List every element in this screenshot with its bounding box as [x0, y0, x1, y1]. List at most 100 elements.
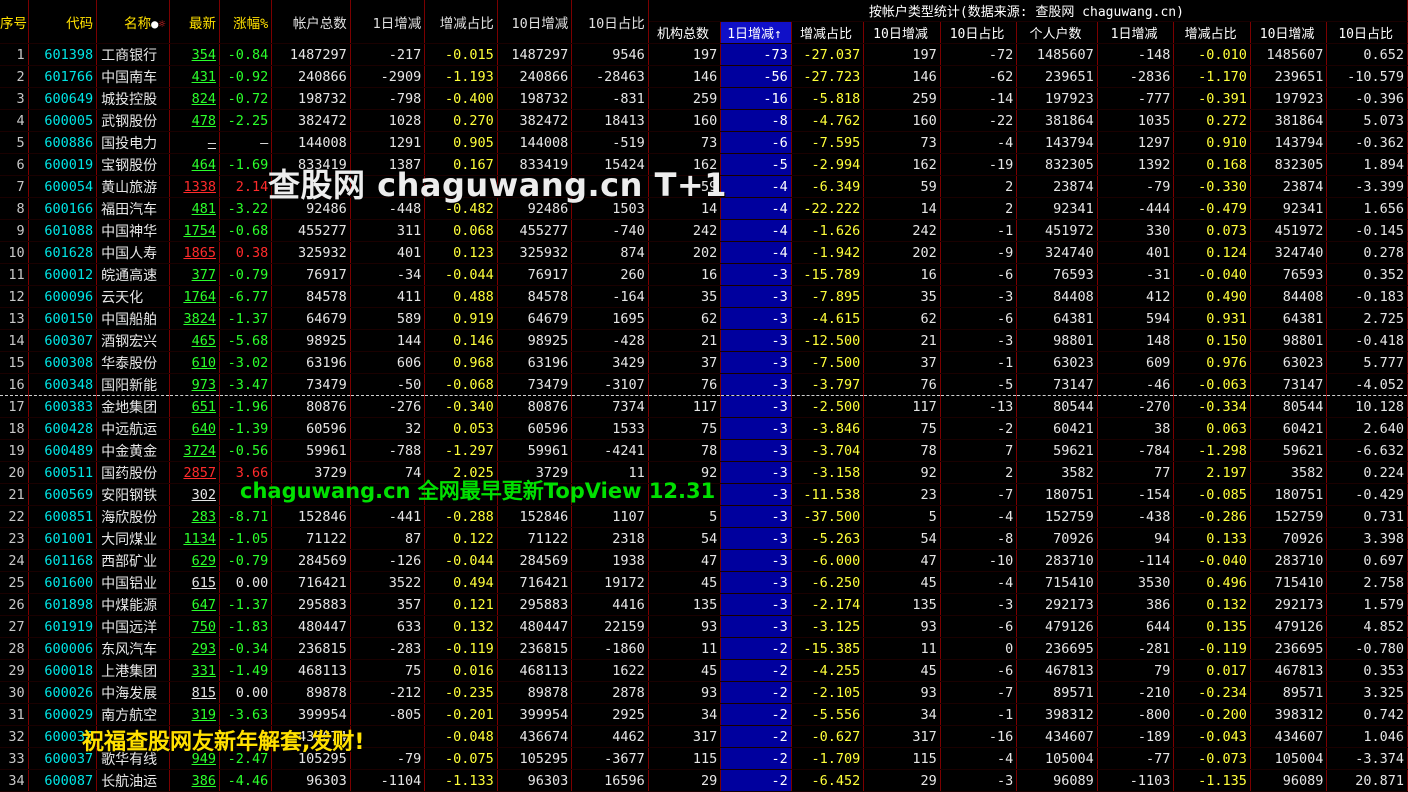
table-row[interactable]: 13 600150 中国船舶 3824 -1.37 64679 589 0.919 64679 1…	[0, 307, 1408, 330]
col-header-inst-total[interactable]: 机构总数	[648, 21, 722, 44]
cell-pt: 479126	[1016, 615, 1098, 638]
cell-it: 146	[648, 65, 722, 88]
table-row[interactable]: 5 600886 国投电力 — —144008 1291 0.905 144008 -519 73…	[0, 131, 1408, 154]
col-header-code[interactable]: 代码	[28, 0, 98, 44]
cell-it: 54	[648, 527, 722, 550]
cell-pd1: 94	[1097, 527, 1175, 550]
cell-code: 601898	[28, 593, 98, 616]
col-header-ind-d10r[interactable]: 10日占比	[1326, 21, 1408, 44]
table-row[interactable]: 25 601600 中国铝业 615 0.00 716421 3522 0.494 716421…	[0, 571, 1408, 594]
table-row[interactable]: 34 600087 长航油运 386 -4.46 96303 -1104 -1.133 9630…	[0, 769, 1408, 792]
col-header-d1[interactable]: 1日增减	[350, 0, 426, 44]
table-row[interactable]: 19 600489 中金黄金 3724 -0.56 59961 -788 -1.297 5996…	[0, 439, 1408, 462]
table-row[interactable]: 31 600029 南方航空 319 -3.63 399954 -805 -0.201 3999…	[0, 703, 1408, 726]
cell-pr: 0.910	[1173, 131, 1251, 154]
cell-pt: 180751	[1016, 483, 1098, 506]
cell-d10r: -1860	[571, 637, 649, 660]
table-row[interactable]: 14 600307 酒钢宏兴 465 -5.68 98925 144 0.146 98925 -4…	[0, 329, 1408, 352]
cell-id1: -2	[720, 725, 792, 748]
cell-ratio: 0.122	[424, 527, 498, 550]
cell-pd1: -444	[1097, 197, 1175, 220]
cell-pr: 0.272	[1173, 109, 1251, 132]
table-row[interactable]: 26 601898 中煤能源 647 -1.37 295883 357 0.121 295883…	[0, 593, 1408, 616]
cell-pct: -3.47	[219, 373, 273, 396]
cell-pt: 152759	[1016, 505, 1098, 528]
cell-pct: -1.37	[219, 593, 273, 616]
col-header-seq[interactable]: 序号	[0, 0, 29, 44]
table-row[interactable]: 16 600348 国阳新能 973 -3.47 73479 -50 -0.068 73479-…	[0, 373, 1408, 396]
table-row[interactable]: 10 601628 中国人寿 1865 0.38 325932 401 0.123 325932…	[0, 241, 1408, 264]
cell-total: 64679	[271, 307, 351, 330]
cell-it: 317	[648, 725, 722, 748]
cell-id10: 45	[863, 571, 941, 594]
cell-pt: 398312	[1016, 703, 1098, 726]
cell-id10: 160	[863, 109, 941, 132]
col-header-ratio[interactable]: 增减占比	[424, 0, 498, 44]
col-header-name[interactable]: 名称●☼	[96, 0, 170, 44]
cell-ir: -4.762	[791, 109, 865, 132]
table-row[interactable]: 18 600428 中远航运 640 -1.39 60596 32 0.053 60596 153…	[0, 417, 1408, 440]
col-header-ind-total[interactable]: 个人户数	[1016, 21, 1098, 44]
cell-pct: -1.05	[219, 527, 273, 550]
account-stats-table: 序号 代码 名称●☼ 最新 涨幅% 帐户总数 1日增减 增减占比 10日增减 1…	[0, 0, 1408, 792]
col-header-pct[interactable]: 涨幅%	[219, 0, 273, 44]
cell-price: 478	[169, 109, 220, 132]
table-row[interactable]: 30 600026 中海发展 815 0.00 89878 -212 -0.235 89878 2…	[0, 681, 1408, 704]
table-row[interactable]: 15 600308 华泰股份 610 -3.02 63196 606 0.968 63196 34…	[0, 351, 1408, 374]
cell-ratio: 0.016	[424, 659, 498, 682]
cell-ratio: 0.905	[424, 131, 498, 154]
table-row[interactable]: 28 600006 东风汽车 293 -0.34 236815 -283 -0.119 2368…	[0, 637, 1408, 660]
cell-ratio: 0.488	[424, 285, 498, 308]
cell-total: 240866	[271, 65, 351, 88]
cell-id1: -3	[720, 593, 792, 616]
cell-d1: -217	[350, 43, 426, 66]
col-header-inst-d1[interactable]: 1日增减↑	[720, 21, 792, 44]
col-header-d10r[interactable]: 10日占比	[571, 0, 649, 44]
table-row[interactable]: 1 601398 工商银行 354 -0.84 1487297 -217 -0.015 1487…	[0, 43, 1408, 66]
col-header-ind-d10[interactable]: 10日增减	[1250, 21, 1328, 44]
table-row[interactable]: 22 600851 海欣股份 283 -8.71 152846 -441 -0.288 1528…	[0, 505, 1408, 528]
cell-ir: -37.500	[791, 505, 865, 528]
table-row[interactable]: 17 600383 金地集团 651 -1.96 80876 -276 -0.340 80876…	[0, 395, 1408, 418]
col-header-inst-ratio[interactable]: 增减占比	[791, 21, 865, 44]
cell-d1: 144	[350, 329, 426, 352]
cell-id10r: -6	[940, 659, 1018, 682]
table-row[interactable]: 23 601001 大同煤业 1134 -1.05 71122 87 0.122 71122 23…	[0, 527, 1408, 550]
col-header-d10[interactable]: 10日增减	[497, 0, 573, 44]
cell-id1: -3	[720, 439, 792, 462]
cell-name: 福田汽车	[96, 197, 170, 220]
cell-ir: -6.349	[791, 175, 865, 198]
col-header-ind-ratio[interactable]: 增减占比	[1173, 21, 1251, 44]
cell-code: 601001	[28, 527, 98, 550]
table-row[interactable]: 27 601919 中国远洋 750 -1.83 480447 633 0.132 480447…	[0, 615, 1408, 638]
col-header-total[interactable]: 帐户总数	[271, 0, 351, 44]
cell-pd10: 467813	[1250, 659, 1328, 682]
cell-d10r: 1938	[571, 549, 649, 572]
table-row[interactable]: 12 600096 云天化 1764 -6.77 84578 411 0.488 84578 -1…	[0, 285, 1408, 308]
cell-total: 468113	[271, 659, 351, 682]
table-row[interactable]: 2 601766 中国南车 431 -0.92 240866 -2909 -1.193 2408…	[0, 65, 1408, 88]
cell-pr: -1.170	[1173, 65, 1251, 88]
cell-id10r: 2	[940, 461, 1018, 484]
table-row[interactable]: 9 601088 中国神华 1754 -0.68 455277 311 0.068 455277…	[0, 219, 1408, 242]
cell-id10: 62	[863, 307, 941, 330]
cell-ir: -15.789	[791, 263, 865, 286]
cell-d10: 399954	[497, 703, 573, 726]
cell-pd10r: 4.852	[1326, 615, 1408, 638]
col-header-ind-d1[interactable]: 1日增减	[1097, 21, 1175, 44]
table-row[interactable]: 4 600005 武钢股份 478 -2.25 382472 1028 0.270 382472…	[0, 109, 1408, 132]
cell-d1: 633	[350, 615, 426, 638]
table-row[interactable]: 24 601168 西部矿业 629 -0.79 284569 -126 -0.044 2845…	[0, 549, 1408, 572]
col-header-price[interactable]: 最新	[169, 0, 220, 44]
cell-seq: 9	[0, 219, 29, 242]
cell-seq: 1	[0, 43, 29, 66]
cell-pd10r: 2.725	[1326, 307, 1408, 330]
col-header-inst-d10r[interactable]: 10日占比	[940, 21, 1018, 44]
table-row[interactable]: 11 600012 皖通高速 377 -0.79 76917 -34 -0.044 76917 2…	[0, 263, 1408, 286]
group-title: 按帐户类型统计(数据来源: 查股网 chaguwang.cn)	[648, 0, 1408, 22]
table-row[interactable]: 3 600649 城投控股 824 -0.72 198732 -798 -0.400 19873…	[0, 87, 1408, 110]
cell-it: 16	[648, 263, 722, 286]
cell-d1: -1104	[350, 769, 426, 792]
table-row[interactable]: 29 600018 上港集团 331 -1.49 468113 75 0.016 468113 1…	[0, 659, 1408, 682]
col-header-inst-d10[interactable]: 10日增减	[863, 21, 941, 44]
